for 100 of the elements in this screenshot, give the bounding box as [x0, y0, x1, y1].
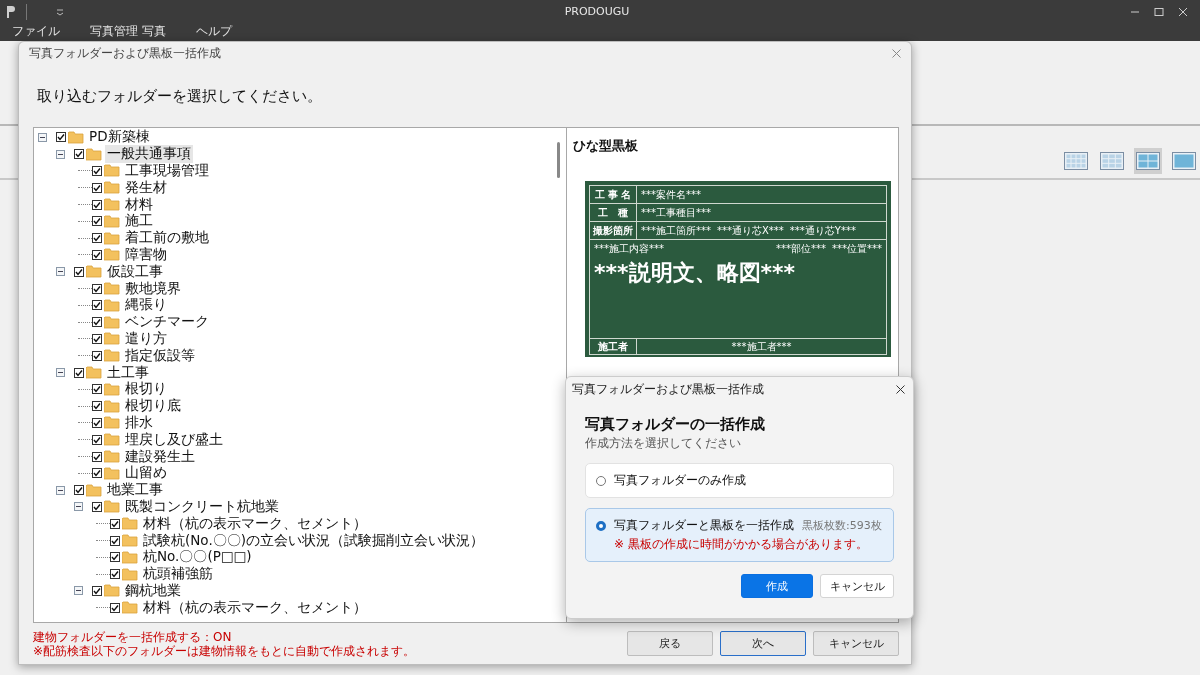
- checkbox[interactable]: [92, 199, 102, 210]
- modal-title: 写真フォルダーおよび黒板一括作成: [572, 380, 764, 398]
- app-title: PRODOUGU: [564, 5, 630, 18]
- collapse-icon[interactable]: [56, 267, 65, 277]
- maximize-icon[interactable]: [1154, 6, 1164, 17]
- dialog-button[interactable]: 次へ: [720, 631, 806, 656]
- collapse-icon[interactable]: [56, 368, 65, 378]
- menu-item[interactable]: ヘルプ: [195, 23, 232, 39]
- checkbox[interactable]: [74, 367, 84, 378]
- tree-item[interactable]: 材料（杭の表示マーク、セメント）: [141, 598, 369, 617]
- checkbox[interactable]: [92, 350, 102, 361]
- checkbox[interactable]: [92, 166, 102, 176]
- menu-item[interactable]: ファイル: [12, 23, 60, 39]
- tree-item[interactable]: 鋼杭地業: [123, 581, 183, 600]
- tree-item[interactable]: 仮設工事: [105, 262, 165, 281]
- board-value: ***位置***: [832, 242, 882, 256]
- warning-note: 建物フォルダーを一括作成する：ON: [33, 629, 233, 644]
- board-value: ***施工者***: [730, 340, 793, 354]
- checkbox[interactable]: [74, 485, 84, 496]
- checkbox[interactable]: [92, 233, 102, 244]
- create-button[interactable]: 作成: [741, 574, 813, 598]
- checkbox[interactable]: [110, 518, 120, 529]
- checkbox[interactable]: [92, 451, 102, 462]
- checkbox[interactable]: [92, 501, 102, 512]
- option-card[interactable]: 写真フォルダーと黒板を一括作成 黒板枚数:593枚 ※ 黒板の作成に時間がかかる場合があります。: [585, 508, 894, 562]
- checkbox[interactable]: [92, 182, 102, 193]
- tree-item[interactable]: 施工: [123, 212, 155, 231]
- checkbox[interactable]: [74, 149, 84, 160]
- tree-item[interactable]: 根切り底: [123, 397, 183, 416]
- tree-item[interactable]: 材料（杭の表示マーク、セメント）: [141, 514, 369, 533]
- close-icon[interactable]: [896, 384, 905, 394]
- tree-item[interactable]: ベンチマーク: [123, 313, 211, 332]
- checkbox[interactable]: [110, 602, 120, 613]
- tree-item[interactable]: PD新築棟: [87, 128, 152, 147]
- checkbox[interactable]: [92, 417, 102, 428]
- tree-item[interactable]: 指定仮設等: [123, 346, 197, 365]
- board-value: ***案件名***: [640, 187, 701, 202]
- tree-item[interactable]: 既製コンクリート杭地業: [123, 497, 281, 516]
- tree-item[interactable]: 試験杭(No.〇〇)の立会い状況（試験掘削立会い状況）: [141, 531, 486, 550]
- folder-icon: [86, 147, 102, 161]
- folder-icon: [104, 382, 120, 396]
- folder-icon: [104, 248, 120, 262]
- tree-item[interactable]: 地業工事: [105, 481, 165, 500]
- dialog-button[interactable]: キャンセル: [813, 631, 899, 656]
- checkbox[interactable]: [92, 401, 102, 412]
- checkbox[interactable]: [110, 569, 120, 580]
- checkbox[interactable]: [92, 283, 102, 294]
- folder-icon: [104, 214, 120, 228]
- menu-item[interactable]: 写真管理 写真: [90, 23, 166, 39]
- collapse-icon[interactable]: [38, 132, 47, 142]
- tree-item[interactable]: 材料: [123, 195, 155, 214]
- tree-item[interactable]: 杭No.〇〇(P□□): [141, 548, 254, 567]
- checkbox[interactable]: [92, 249, 102, 260]
- option-card[interactable]: 写真フォルダーのみ作成: [585, 463, 894, 498]
- tree-item[interactable]: 排水: [123, 413, 155, 432]
- collapse-icon[interactable]: [56, 149, 65, 159]
- quick-access-icon[interactable]: [55, 7, 65, 16]
- tree-item[interactable]: 杭頭補強筋: [141, 565, 215, 584]
- radio-button[interactable]: [596, 520, 606, 531]
- tree-item[interactable]: 障害物: [123, 246, 169, 264]
- tree-item[interactable]: 建設発生土: [123, 447, 197, 466]
- radio-button[interactable]: [596, 475, 606, 486]
- checkbox[interactable]: [92, 317, 102, 328]
- checkbox[interactable]: [74, 266, 84, 277]
- checkbox[interactable]: [92, 468, 102, 479]
- tree-item[interactable]: 一般共通事項: [105, 145, 193, 164]
- tree-item[interactable]: 根切り: [123, 380, 169, 399]
- checkbox[interactable]: [110, 552, 120, 563]
- collapse-icon[interactable]: [56, 485, 65, 495]
- option-note: ※ 黒板の作成に時間がかかる場合があります。: [614, 536, 869, 553]
- checkbox[interactable]: [92, 434, 102, 445]
- tree-item[interactable]: 山留め: [123, 464, 169, 483]
- collapse-icon[interactable]: [74, 586, 83, 596]
- checkbox[interactable]: [92, 384, 102, 395]
- tree-item[interactable]: 縄張り: [123, 296, 169, 315]
- tree-item[interactable]: 遣り方: [123, 329, 169, 348]
- view-mode-button[interactable]: [1134, 148, 1162, 174]
- folder-icon: [104, 433, 120, 447]
- tree-item[interactable]: 発生材: [123, 178, 169, 197]
- checkbox[interactable]: [92, 585, 102, 596]
- grid-view-icon: [1100, 152, 1124, 170]
- checkbox[interactable]: [92, 300, 102, 311]
- checkbox[interactable]: [92, 333, 102, 344]
- scrollbar-thumb[interactable]: [557, 142, 560, 178]
- preview-title: ひな型黒板: [573, 138, 639, 155]
- dialog-button[interactable]: 戻る: [627, 631, 713, 656]
- checkbox[interactable]: [110, 535, 120, 546]
- folder-icon: [86, 265, 102, 279]
- tree-item[interactable]: 着工前の敷地: [123, 229, 211, 248]
- tree-item[interactable]: 埋戻し及び盛土: [123, 430, 225, 449]
- folder-icon: [104, 332, 120, 346]
- checkbox[interactable]: [92, 216, 102, 227]
- folder-icon: [104, 198, 120, 212]
- tree-item[interactable]: 敷地境界: [123, 279, 183, 298]
- tree-item[interactable]: 工事現場管理: [123, 162, 211, 180]
- cancel-button[interactable]: キャンセル: [820, 574, 894, 598]
- tree-item[interactable]: 土工事: [105, 363, 151, 382]
- board-description: ***説明文、略図***: [594, 259, 797, 287]
- checkbox[interactable]: [56, 132, 66, 143]
- collapse-icon[interactable]: [74, 502, 83, 512]
